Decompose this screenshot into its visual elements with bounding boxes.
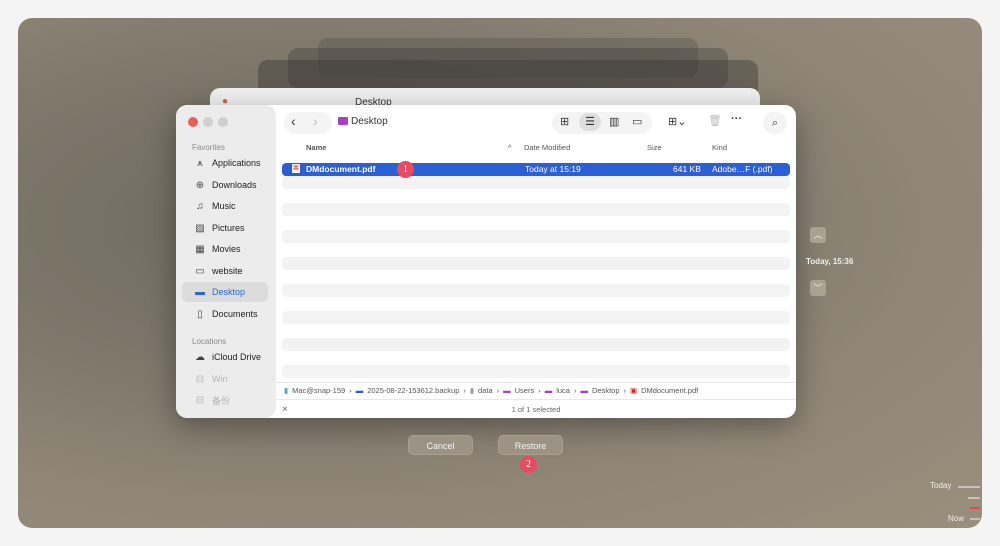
pdf-icon: ▣ (630, 386, 638, 395)
timeline-tick[interactable] (970, 518, 980, 520)
close-button[interactable] (188, 117, 198, 127)
sidebar-item-music[interactable]: ♫ Music (182, 196, 268, 216)
selection-status: 1 of 1 selected (511, 405, 561, 414)
favorites-header: Favorites (192, 143, 225, 152)
search-button[interactable]: ⌕ (763, 112, 787, 134)
sidebar-item-win[interactable]: ⊟ Win (182, 369, 268, 389)
current-snapshot-label: Today, 15:36 (806, 257, 854, 266)
path-item[interactable]: 2025-08-22-153612.backup (367, 386, 459, 395)
pdf-icon: ⌘ (292, 164, 300, 173)
step-badge-1: 1 (397, 161, 414, 178)
drive-icon: ▬ (355, 386, 364, 395)
file-browser: ‹ › Desktop ⊞ ☰ ▥ ▭ ⊞⌄ 🗑 ··· ⌕ Name ^ Da… (276, 105, 796, 418)
timeline-current-marker[interactable] (970, 507, 980, 509)
sort-chevron-icon: ^ (508, 143, 512, 152)
downloads-icon: ⊕ (195, 179, 205, 191)
gallery-view-button[interactable]: ▭ (632, 115, 642, 128)
sidebar-item-documents[interactable]: ▯ Documents (182, 304, 268, 324)
folder-icon (338, 117, 348, 125)
drive-icon: ▮ (469, 386, 475, 395)
sidebar-item-pictures[interactable]: ▨ Pictures (182, 218, 268, 238)
folder-icon: ▬ (503, 386, 511, 395)
timeline-now-label[interactable]: Now (948, 514, 964, 523)
sidebar-item-website[interactable]: ▭ website (182, 261, 268, 281)
icon-view-button[interactable]: ⊞ (560, 115, 569, 128)
file-name: DMdocument.pdf (306, 164, 376, 174)
path-item[interactable]: Mac@snap-159 (292, 386, 345, 395)
close-icon[interactable]: × (282, 400, 288, 418)
step-badge-2: 2 (520, 456, 537, 473)
desktop-icon: ▬ (195, 286, 205, 298)
cloud-icon: ☁ (195, 351, 205, 363)
column-headers: Name ^ Date Modified Size Kind (276, 143, 796, 157)
folder-icon: ▭ (195, 265, 205, 277)
sidebar-item-downloads[interactable]: ⊕ Downloads (182, 175, 268, 195)
drive-icon: ⊟ (195, 373, 205, 385)
locations-header: Locations (192, 337, 227, 346)
list-view-button[interactable]: ☰ (579, 113, 601, 131)
sidebar-item-backup[interactable]: ⊟ 备份 (182, 390, 268, 410)
path-item[interactable]: DMdocument.pdf (641, 386, 698, 395)
minimize-button[interactable] (203, 117, 213, 127)
sidebar-item-icloud[interactable]: ☁ iCloud Drive (182, 347, 268, 367)
path-item[interactable]: luca (556, 386, 570, 395)
group-button[interactable]: ⊞⌄ (668, 115, 686, 128)
timeline-tick[interactable] (958, 486, 980, 488)
column-name[interactable]: Name (306, 143, 326, 152)
forward-button[interactable]: › (313, 113, 318, 129)
sidebar-item-applications[interactable]: ⩚ Applications (182, 153, 268, 173)
applications-icon: ⩚ (197, 157, 203, 169)
column-date[interactable]: Date Modified (524, 143, 570, 152)
status-bar: × 1 of 1 selected (276, 399, 796, 418)
movies-icon: ▦ (195, 243, 205, 255)
path-item[interactable]: Users (515, 386, 535, 395)
window-title: Desktop (351, 116, 388, 127)
cancel-button[interactable]: Cancel (408, 435, 473, 455)
zoom-button[interactable] (218, 117, 228, 127)
mac-icon: ▮ (284, 386, 289, 395)
music-icon: ♫ (196, 200, 204, 212)
file-size: 641 KB (673, 164, 701, 174)
document-icon: ▯ (197, 308, 203, 320)
path-item[interactable]: Desktop (592, 386, 620, 395)
column-size[interactable]: Size (647, 143, 662, 152)
file-row[interactable]: ⌘ DMdocument.pdf Today at 15:19 641 KB A… (282, 163, 790, 176)
more-button[interactable]: ··· (731, 113, 742, 125)
sidebar: Favorites ⩚ Applications ⊕ Downloads ♫ Musi… (176, 105, 276, 418)
finder-window: Favorites ⩚ Applications ⊕ Downloads ♫ Musi… (176, 105, 796, 418)
trash-icon[interactable]: 🗑 (708, 114, 722, 127)
file-date: Today at 15:19 (525, 164, 581, 174)
timeline-tick[interactable] (968, 497, 980, 499)
folder-icon: ▬ (544, 386, 553, 395)
pictures-icon: ▨ (195, 222, 205, 234)
chevron-up-icon[interactable]: ︿ (810, 227, 826, 243)
restore-button[interactable]: Restore (498, 435, 563, 455)
column-kind[interactable]: Kind (712, 143, 727, 152)
back-button[interactable]: ‹ (291, 113, 296, 129)
column-view-button[interactable]: ▥ (609, 115, 619, 128)
drive-icon: ⊟ (195, 394, 205, 406)
chevron-down-icon[interactable]: ﹀ (810, 280, 826, 296)
sidebar-item-desktop[interactable]: ▬ Desktop (182, 282, 268, 302)
timeline-today-label[interactable]: Today (930, 481, 951, 490)
file-kind: Adobe…F (.pdf) (712, 164, 773, 174)
folder-icon: ▬ (580, 386, 588, 395)
path-item[interactable]: data (478, 386, 493, 395)
path-bar: ▮ Mac@snap-159 › ▬ 2025-08-22-153612.backup… (276, 382, 796, 398)
sidebar-item-movies[interactable]: ▦ Movies (182, 239, 268, 259)
